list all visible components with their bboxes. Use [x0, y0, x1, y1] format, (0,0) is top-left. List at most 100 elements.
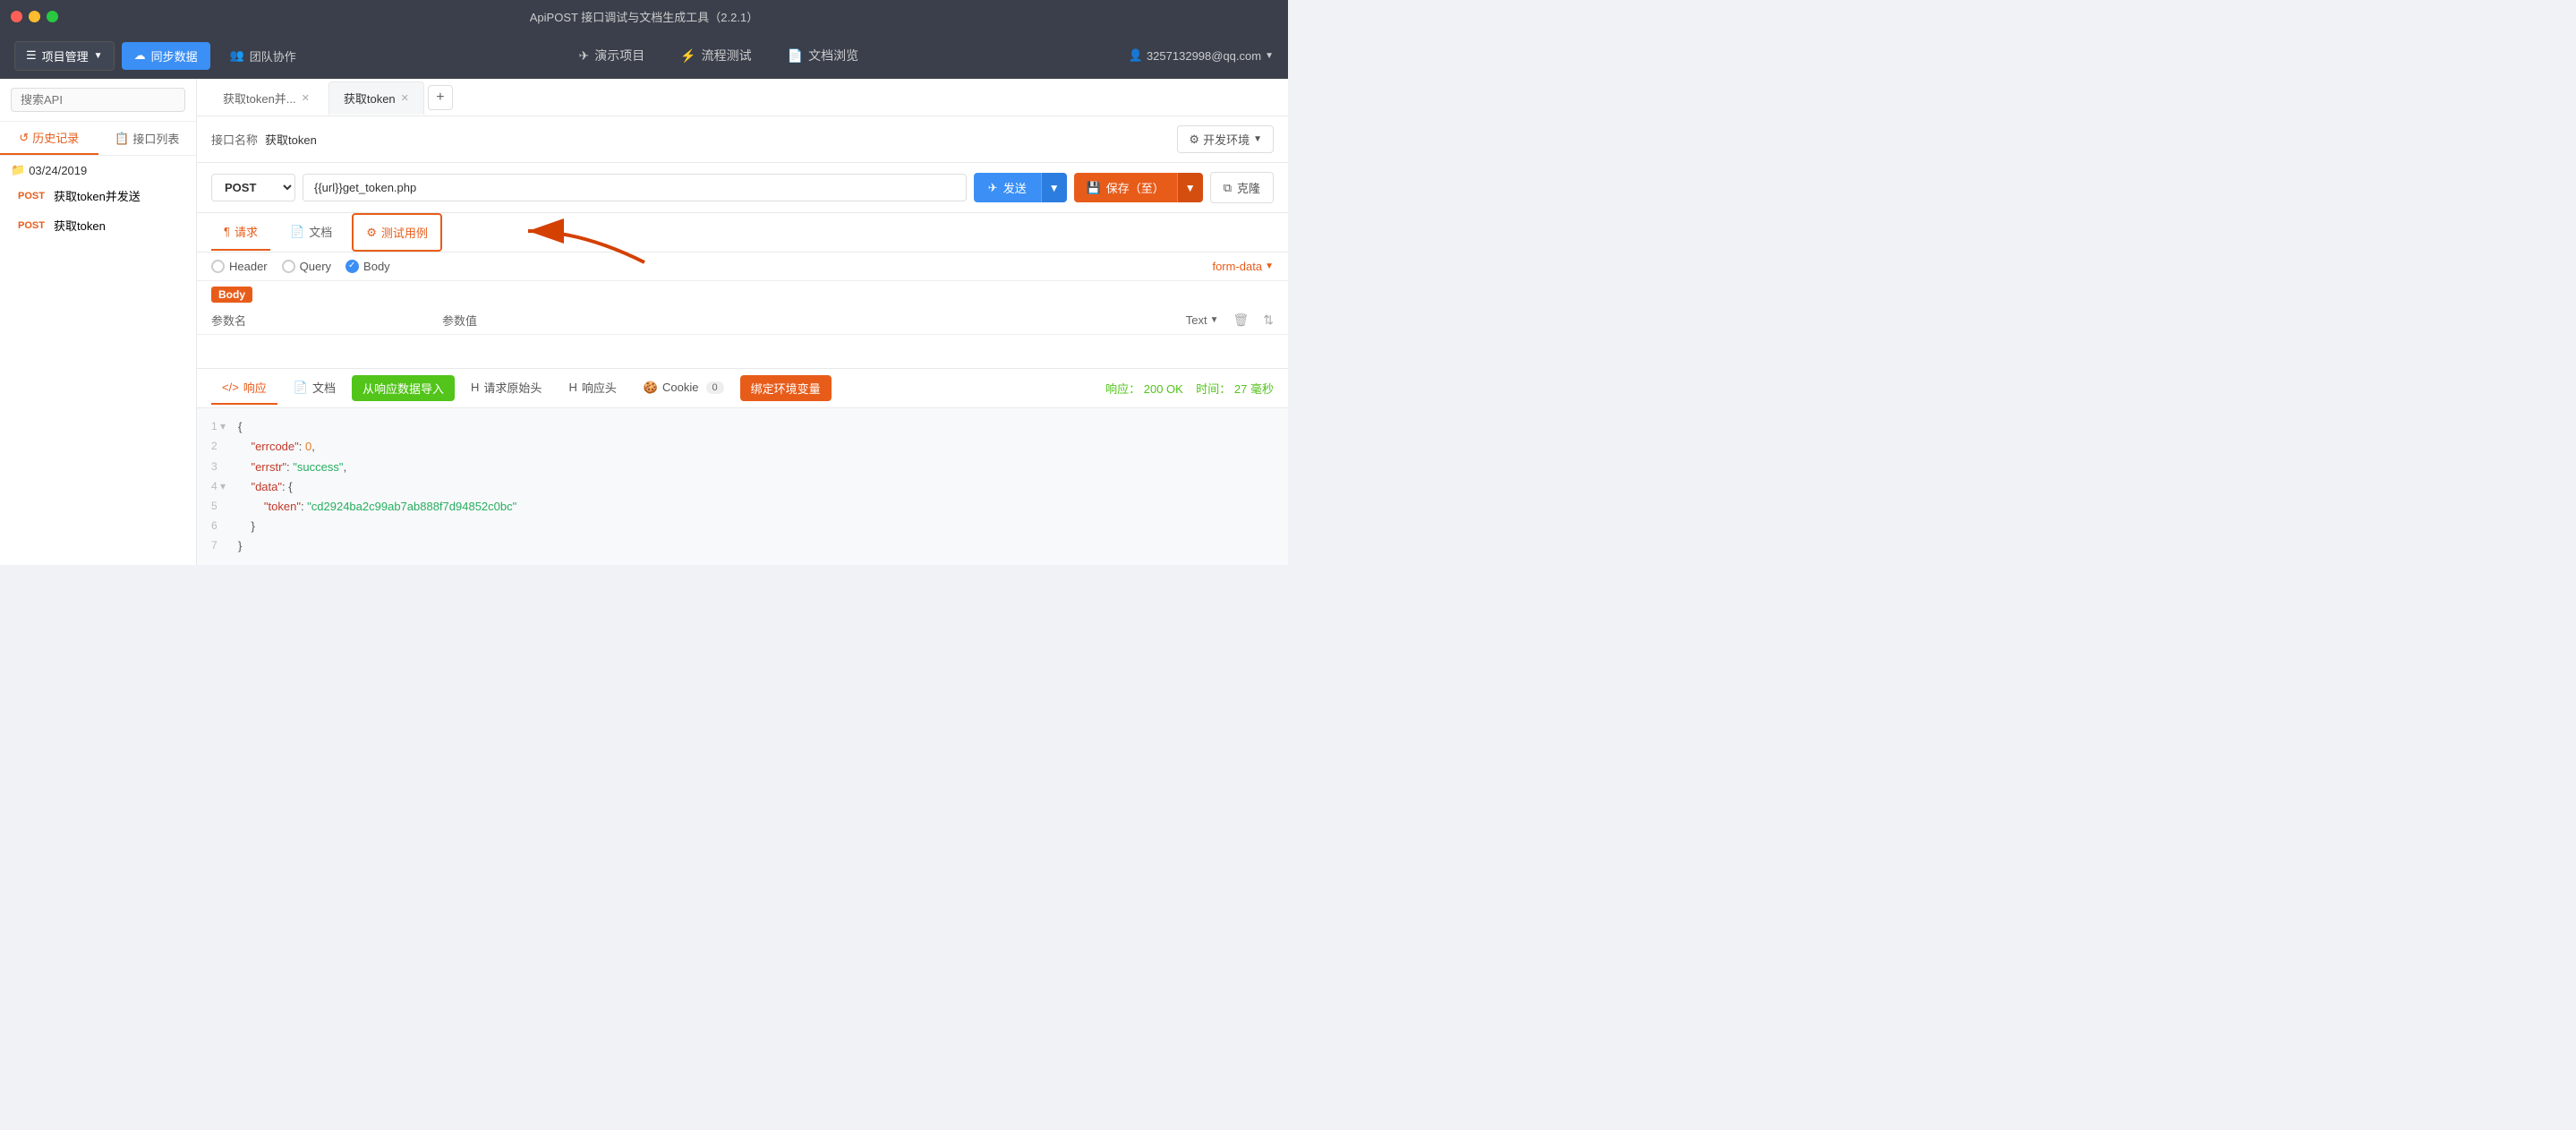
send-dropdown-button[interactable]: ▼ — [1041, 173, 1067, 202]
resp-status-code: 200 OK — [1144, 382, 1183, 396]
user-icon: 👤 — [1129, 48, 1143, 63]
sort-icon[interactable]: ⇅ — [1263, 312, 1274, 328]
req-icon: ¶ — [224, 225, 230, 238]
url-input[interactable] — [303, 174, 967, 201]
query-checkbox[interactable] — [282, 260, 295, 273]
save-button[interactable]: 💾 保存（至） — [1074, 173, 1177, 202]
sidebar-item-1[interactable]: POST 获取token — [0, 210, 196, 240]
req-tab-test-case[interactable]: ⚙ 测试用例 — [352, 213, 442, 252]
env-button[interactable]: ⚙ 开发环境 ▼ — [1177, 125, 1274, 153]
body-checkbox-group: Body — [345, 260, 390, 273]
method-badge-0: POST — [18, 191, 48, 201]
body-checkbox[interactable] — [345, 260, 359, 273]
code-line-7: 7 } — [197, 536, 1288, 556]
nav-demo[interactable]: ✈ 演示项目 — [578, 43, 644, 68]
params-header-row: Header Query Body form-data ▼ — [197, 253, 1288, 281]
minimize-button[interactable] — [29, 11, 40, 22]
resp-tab-req-head[interactable]: H 请求原始头 — [460, 372, 552, 405]
cloud-icon: ☁ — [134, 48, 146, 63]
save-btn-group: 💾 保存（至） ▼ — [1074, 173, 1203, 202]
tab-close-0[interactable]: ✕ — [302, 92, 310, 104]
titlebar: ApiPOST 接口调试与文档生成工具（2.2.1） — [0, 0, 1288, 32]
user-menu[interactable]: 👤 3257132998@qq.com ▼ — [1129, 48, 1274, 63]
query-checkbox-group: Query — [282, 260, 331, 273]
response-section: </> 响应 📄 文档 从响应数据导入 H 请求原始头 H 响应头 — [197, 368, 1288, 565]
header-checkbox-group: Header — [211, 260, 268, 273]
team-icon: 👥 — [230, 48, 244, 63]
req-tabs: ¶ 请求 📄 文档 ⚙ 测试用例 — [197, 213, 1288, 253]
send-btn-group: ✈ 发送 ▼ — [974, 173, 1067, 202]
code-icon: </> — [222, 381, 239, 394]
tab-bar: 获取token并... ✕ 获取token ✕ + — [197, 79, 1288, 116]
col-param-name: 参数名 — [211, 312, 435, 329]
code-line-3: 3 "errstr": "success", — [197, 458, 1288, 477]
sidebar: ↺ 历史记录 📋 接口列表 📁 03/24/2019 POST 获取token并… — [0, 79, 197, 565]
col-type: Text ▼ — [1186, 313, 1219, 327]
code-line-4: 4 ▾ "data": { — [197, 477, 1288, 497]
body-badge: Body — [211, 287, 252, 303]
send-icon: ✈ — [988, 181, 998, 195]
nav-docs[interactable]: 📄 文档浏览 — [788, 43, 858, 68]
req-tab-request[interactable]: ¶ 请求 — [211, 214, 270, 251]
menu-icon: ☰ — [26, 48, 37, 63]
nav-flow[interactable]: ⚡ 流程测试 — [680, 43, 751, 68]
dropdown-icon: ▼ — [94, 51, 103, 61]
tab-1[interactable]: 获取token ✕ — [328, 81, 424, 115]
req-tabs-wrapper: ¶ 请求 📄 文档 ⚙ 测试用例 — [197, 213, 1288, 253]
main-layout: ↺ 历史记录 📋 接口列表 📁 03/24/2019 POST 获取token并… — [0, 79, 1288, 565]
method-badge-1: POST — [18, 220, 48, 231]
search-input[interactable] — [11, 88, 185, 112]
sync-button[interactable]: ☁ 同步数据 — [122, 42, 210, 70]
plane-icon: ✈ — [578, 48, 589, 64]
doc-icon: 📄 — [294, 381, 308, 395]
params-cols: 参数名 参数值 Text ▼ 🗑 ⇅ — [197, 306, 1288, 335]
list-icon: 📋 — [115, 132, 129, 146]
h-icon: H — [568, 381, 576, 394]
bind-env-button[interactable]: 绑定环境变量 — [740, 375, 832, 401]
resp-tab-resp-head[interactable]: H 响应头 — [558, 372, 627, 405]
code-line-6: 6 } — [197, 517, 1288, 536]
folder-icon: 📁 — [11, 163, 25, 177]
tab-add-button[interactable]: + — [428, 85, 453, 110]
form-data-button[interactable]: form-data ▼ — [1212, 260, 1274, 273]
sidebar-item-0[interactable]: POST 获取token并发送 — [0, 181, 196, 210]
body-badge-row: Body — [197, 281, 1288, 306]
import-from-response-button[interactable]: 从响应数据导入 — [352, 375, 455, 401]
resp-tab-response[interactable]: </> 响应 — [211, 372, 277, 405]
user-dropdown-icon: ▼ — [1265, 51, 1274, 61]
doc-icon: 📄 — [290, 225, 304, 239]
sidebar-tab-api-list[interactable]: 📋 接口列表 — [98, 122, 197, 155]
sidebar-tabs: ↺ 历史记录 📋 接口列表 — [0, 122, 196, 156]
test-icon: ⚙ — [366, 226, 377, 240]
col-param-value: 参数值 — [442, 312, 1179, 329]
sidebar-search-container — [0, 79, 196, 122]
tab-0[interactable]: 获取token并... ✕ — [208, 81, 325, 114]
type-dropdown-icon: ▼ — [1210, 315, 1219, 325]
sidebar-date-group: 📁 03/24/2019 — [0, 156, 196, 181]
api-name-row: 接口名称 获取token ⚙ 开发环境 ▼ — [197, 116, 1288, 163]
window-controls[interactable] — [11, 11, 58, 22]
trash-icon[interactable]: 🗑 — [1233, 312, 1249, 328]
code-block: 1 ▾ { 2 "errcode": 0, 3 "errstr": "succe… — [197, 408, 1288, 565]
header-checkbox[interactable] — [211, 260, 225, 273]
resp-tab-cookie[interactable]: 🍪 Cookie 0 — [633, 373, 735, 404]
sidebar-date: 📁 03/24/2019 — [11, 163, 185, 177]
code-line-2: 2 "errcode": 0, — [197, 437, 1288, 457]
url-row: POST GET PUT DELETE ✈ 发送 ▼ 💾 保存（至） ▼ — [197, 163, 1288, 213]
maximize-button[interactable] — [47, 11, 58, 22]
env-dropdown-icon: ▼ — [1253, 134, 1262, 144]
clone-button[interactable]: ⧉ 克隆 — [1210, 172, 1274, 203]
save-dropdown-button[interactable]: ▼ — [1177, 173, 1203, 202]
doc-icon: 📄 — [788, 48, 803, 64]
team-button[interactable]: 👥 团队协作 — [218, 42, 309, 70]
project-mgr-button[interactable]: ☰ 项目管理 ▼ — [14, 41, 115, 71]
api-name-label: 接口名称 — [211, 131, 265, 148]
window-title: ApiPOST 接口调试与文档生成工具（2.2.1） — [530, 8, 758, 25]
tab-close-1[interactable]: ✕ — [401, 92, 409, 104]
req-tab-docs[interactable]: 📄 文档 — [277, 214, 345, 251]
resp-tab-docs[interactable]: 📄 文档 — [283, 372, 346, 405]
send-button[interactable]: ✈ 发送 — [974, 173, 1041, 202]
method-select[interactable]: POST GET PUT DELETE — [211, 174, 295, 201]
sidebar-tab-history[interactable]: ↺ 历史记录 — [0, 122, 98, 155]
close-button[interactable] — [11, 11, 22, 22]
